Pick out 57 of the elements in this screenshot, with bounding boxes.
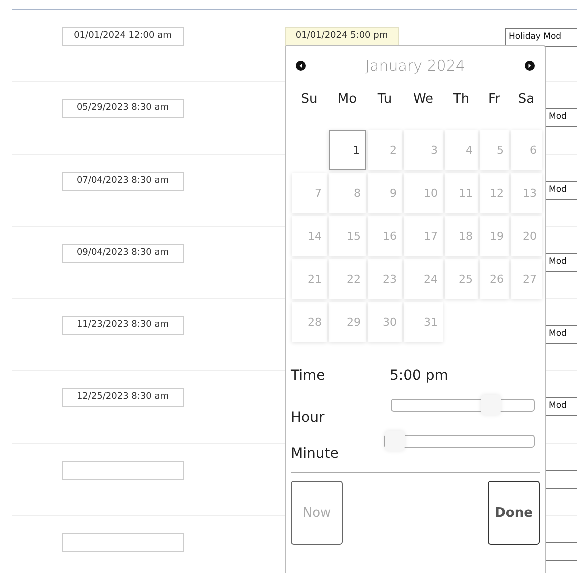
- weekday-label: Fr: [488, 92, 502, 109]
- day-cell[interactable]: 12: [480, 173, 509, 213]
- day-cell[interactable]: 20: [511, 216, 542, 256]
- day-cell[interactable]: 3: [404, 130, 443, 170]
- day-cell[interactable]: 27: [511, 259, 542, 299]
- weekday-label: Th: [452, 92, 471, 109]
- day-cell[interactable]: 15: [329, 216, 366, 256]
- date-field[interactable]: 09/04/2023 8:30 am: [62, 244, 184, 263]
- day-cell[interactable]: 4: [445, 130, 478, 170]
- day-cell[interactable]: 9: [368, 173, 402, 213]
- next-icon[interactable]: [525, 61, 535, 71]
- date-field[interactable]: 05/29/2023 8:30 am: [62, 99, 184, 118]
- day-cell[interactable]: 6: [511, 130, 542, 170]
- day-cell[interactable]: 11: [445, 173, 478, 213]
- day-cell[interactable]: 24: [404, 259, 443, 299]
- weekday-label: Mo: [336, 92, 358, 109]
- date-field[interactable]: 12/25/2023 8:30 am: [62, 388, 184, 408]
- day-cell[interactable]: 31: [404, 302, 443, 342]
- day-cell[interactable]: 17: [404, 216, 443, 256]
- day-cell[interactable]: 7: [292, 173, 327, 213]
- date-field[interactable]: 01/01/2024 5:00 pm: [285, 27, 399, 46]
- month-title: January 2024: [366, 57, 466, 75]
- date-field[interactable]: 07/04/2023 8:30 am: [62, 172, 184, 191]
- day-cell[interactable]: 21: [292, 259, 327, 299]
- day-cell[interactable]: 23: [368, 259, 402, 299]
- weekday-label: Su: [300, 92, 319, 109]
- slider-thumb[interactable]: [480, 395, 501, 415]
- slider-label: Hour: [291, 410, 325, 426]
- date-field[interactable]: [62, 533, 184, 552]
- slider-label: Minute: [291, 446, 339, 462]
- day-cell[interactable]: 8: [329, 173, 366, 213]
- date-field[interactable]: 11/23/2023 8:30 am: [62, 316, 184, 336]
- day-cell[interactable]: 30: [368, 302, 402, 342]
- weekday-label: We: [412, 92, 435, 109]
- picker-button[interactable]: Done: [488, 481, 540, 545]
- day-cell[interactable]: 19: [480, 216, 509, 256]
- date-field[interactable]: 01/01/2024 12:00 am: [62, 27, 184, 46]
- day-cell[interactable]: 26: [480, 259, 509, 299]
- day-cell[interactable]: 5: [480, 130, 509, 170]
- day-cell[interactable]: 29: [329, 302, 366, 342]
- day-cell[interactable]: 28: [292, 302, 327, 342]
- day-cell[interactable]: 16: [368, 216, 402, 256]
- day-cell[interactable]: 2: [368, 130, 402, 170]
- previous-icon[interactable]: [296, 61, 306, 71]
- day-cell[interactable]: 10: [404, 173, 443, 213]
- time-value: 5:00 pm: [390, 368, 448, 384]
- day-cell[interactable]: 13: [511, 173, 542, 213]
- day-cell[interactable]: 25: [445, 259, 478, 299]
- time-label: Time: [291, 368, 326, 384]
- day-cell[interactable]: 22: [329, 259, 366, 299]
- weekday-label: Sa: [517, 92, 536, 109]
- day-cell[interactable]: 14: [292, 216, 327, 256]
- day-cell[interactable]: 18: [445, 216, 478, 256]
- date-field[interactable]: [62, 460, 184, 480]
- slider-thumb[interactable]: [385, 431, 405, 451]
- weekday-label: Tu: [376, 92, 394, 109]
- day-cell[interactable]: 1: [329, 130, 366, 170]
